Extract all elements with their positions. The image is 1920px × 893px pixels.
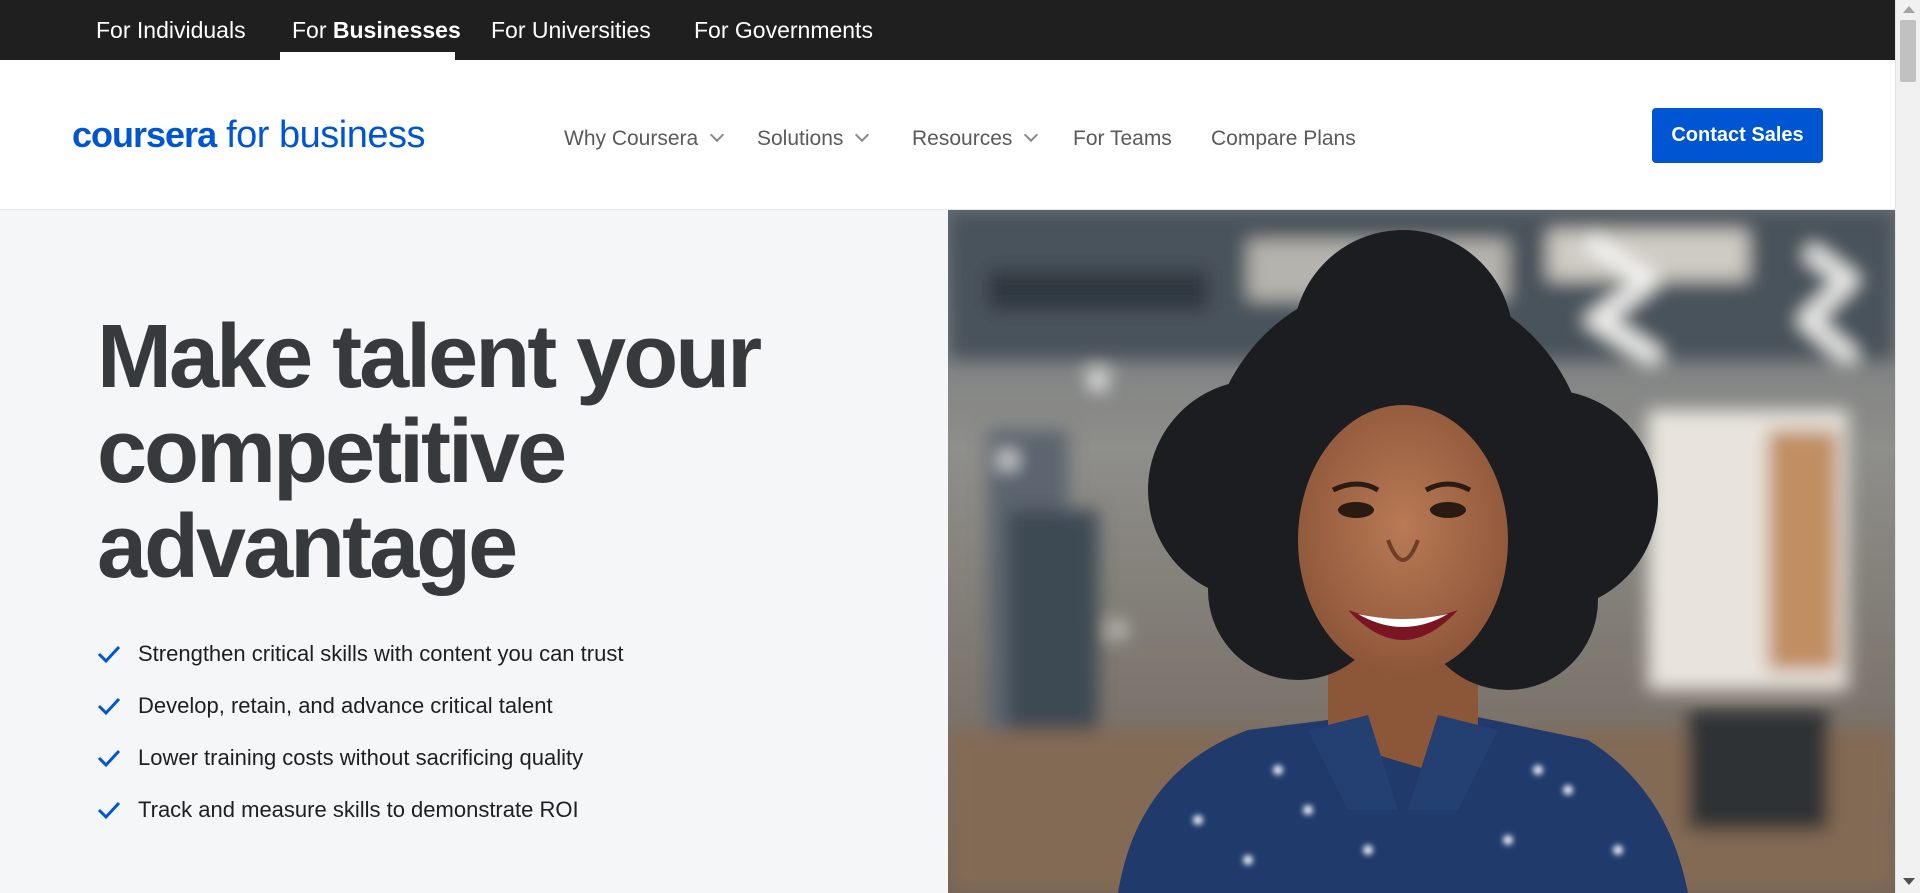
scroll-thumb[interactable]	[1900, 20, 1916, 82]
scroll-down-icon[interactable]	[1903, 878, 1915, 885]
benefit-item: Strengthen critical skills with content …	[97, 628, 623, 680]
coursera-logo[interactable]: coursera for business	[72, 114, 425, 160]
hero-title: Make talent your competitive advantage	[97, 310, 837, 595]
tab-businesses[interactable]: For Businesses	[292, 0, 461, 60]
nav-solutions[interactable]: Solutions	[757, 125, 870, 153]
nav-why-coursera[interactable]: Why Coursera	[564, 125, 725, 153]
nav-resources-label: Resources	[912, 127, 1013, 150]
nav-resources[interactable]: Resources	[912, 125, 1039, 153]
benefit-text: Strengthen critical skills with content …	[138, 641, 624, 666]
tab-governments[interactable]: For Governments	[694, 0, 873, 60]
tab-governments-label: For Governments	[694, 17, 873, 43]
tab-businesses-label: For	[292, 17, 333, 43]
tab-universities-label: For Universities	[491, 17, 651, 43]
hero-photo	[948, 210, 1895, 893]
nav-compare-plans-label: Compare Plans	[1211, 127, 1356, 150]
nav-why-coursera-label: Why Coursera	[564, 127, 699, 150]
check-icon	[97, 697, 121, 716]
nav-solutions-label: Solutions	[757, 127, 844, 150]
logo-suffix: for business	[226, 114, 425, 156]
active-tab-indicator	[280, 52, 455, 60]
check-icon	[97, 801, 121, 820]
hero-title-line: advantage	[97, 497, 518, 597]
tab-individuals-label: For Individuals	[96, 17, 246, 43]
tab-businesses-bold: Businesses	[332, 17, 461, 43]
chevron-down-icon	[710, 127, 725, 143]
check-icon	[97, 749, 121, 768]
tab-individuals[interactable]: For Individuals	[96, 0, 246, 60]
hero-section: Make talent your competitive advantage S…	[0, 210, 948, 893]
nav-for-teams[interactable]: For Teams	[1073, 125, 1172, 153]
nav-compare-plans[interactable]: Compare Plans	[1211, 125, 1356, 153]
page-scrollbar[interactable]	[1895, 0, 1920, 893]
contact-sales-button[interactable]: Contact Sales	[1652, 108, 1823, 163]
logo-brand: coursera	[72, 114, 217, 155]
audience-bar: For Individuals For Businesses For Unive…	[0, 0, 1895, 60]
chevron-down-icon	[1024, 127, 1039, 143]
tab-universities[interactable]: For Universities	[491, 0, 651, 60]
hero-photo-illustration	[948, 210, 1895, 893]
benefit-text: Lower training costs without sacrificing…	[138, 745, 584, 770]
benefit-text: Develop, retain, and advance critical ta…	[138, 693, 553, 718]
benefit-item: Lower training costs without sacrificing…	[97, 732, 623, 784]
hero-title-line: competitive	[97, 402, 567, 502]
check-icon	[97, 645, 121, 664]
scroll-up-icon[interactable]	[1903, 6, 1915, 13]
site-header: coursera for business Why Coursera Soluti…	[0, 60, 1895, 210]
benefit-item: Develop, retain, and advance critical ta…	[97, 680, 623, 732]
chevron-down-icon	[855, 127, 870, 143]
benefit-text: Track and measure skills to demonstrate …	[138, 797, 579, 822]
benefit-item: Track and measure skills to demonstrate …	[97, 784, 623, 836]
benefits-list: Strengthen critical skills with content …	[97, 628, 623, 836]
hero-title-line: Make talent your	[97, 307, 762, 407]
nav-for-teams-label: For Teams	[1073, 127, 1172, 150]
